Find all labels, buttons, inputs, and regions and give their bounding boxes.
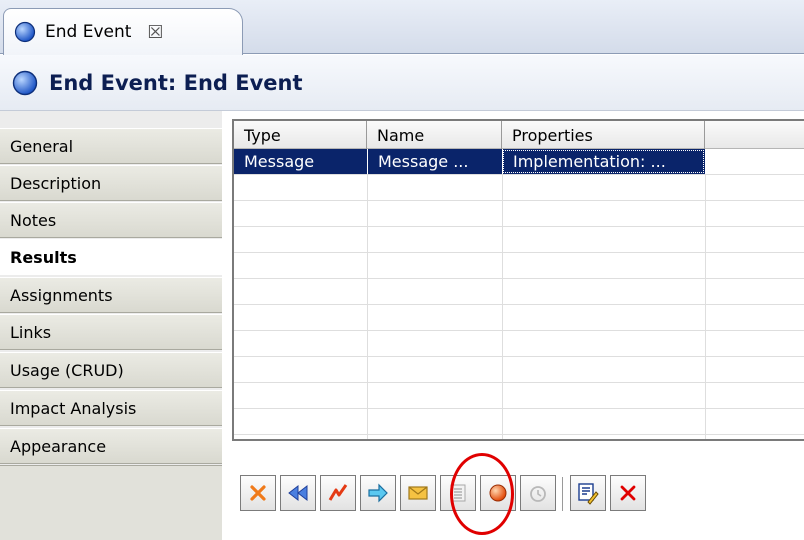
section-tab-description[interactable]: Description xyxy=(0,165,222,201)
cell-extra xyxy=(705,149,804,174)
page-header: End Event: End Event xyxy=(0,55,804,111)
editor-tab-end-event[interactable]: End Event ☒ xyxy=(3,8,243,55)
end-event-icon xyxy=(14,21,36,43)
section-tab-notes[interactable]: Notes xyxy=(0,202,222,238)
table-row-empty xyxy=(234,409,804,435)
results-table: Type Name Properties Message Message ...… xyxy=(232,119,804,441)
table-row-empty xyxy=(234,383,804,409)
red-x-icon xyxy=(620,485,636,501)
cell-type: Message xyxy=(234,149,367,174)
edit-properties-button[interactable] xyxy=(570,475,606,511)
orange-ball-icon xyxy=(489,484,507,502)
section-tab-general[interactable]: General xyxy=(0,128,222,164)
table-row-empty xyxy=(234,253,804,279)
cell-properties: Implementation: ... xyxy=(502,149,705,174)
rewind-icon xyxy=(288,484,308,502)
section-tab-links[interactable]: Links xyxy=(0,314,222,350)
error-lightning-icon xyxy=(328,484,348,501)
terminate-button[interactable] xyxy=(480,475,516,511)
column-header-type[interactable]: Type xyxy=(234,121,367,149)
cell-name: Message ... xyxy=(367,149,502,174)
column-header-properties[interactable]: Properties xyxy=(502,121,705,149)
compensation-button[interactable] xyxy=(440,475,476,511)
error-event-button[interactable] xyxy=(320,475,356,511)
table-row-empty xyxy=(234,201,804,227)
timer-button[interactable] xyxy=(520,475,556,511)
toolbar-separator xyxy=(562,477,564,511)
table-row-empty xyxy=(234,175,804,201)
column-header-name[interactable]: Name xyxy=(367,121,502,149)
editor-tab-title: End Event xyxy=(45,22,132,42)
table-row[interactable]: Message Message ... Implementation: ... xyxy=(234,149,804,175)
message-envelope-icon xyxy=(408,486,428,500)
table-row-empty xyxy=(234,227,804,253)
section-tab-impact-analysis[interactable]: Impact Analysis xyxy=(0,390,222,426)
results-panel: Type Name Properties Message Message ...… xyxy=(222,111,804,540)
list-icon xyxy=(450,484,466,502)
message-event-button[interactable] xyxy=(400,475,436,511)
section-tab-results[interactable]: Results xyxy=(0,239,232,275)
section-tab-list: General Description Notes Results Assign… xyxy=(0,111,232,540)
delete-orange-x-icon xyxy=(250,485,266,501)
close-icon[interactable]: ☒ xyxy=(147,22,163,43)
column-header-empty[interactable] xyxy=(705,121,804,149)
timer-icon xyxy=(530,486,546,502)
section-tab-usage-crud[interactable]: Usage (CRUD) xyxy=(0,352,222,388)
page-title: End Event: End Event xyxy=(49,70,303,95)
delete-button[interactable] xyxy=(240,475,276,511)
section-tab-appearance[interactable]: Appearance xyxy=(0,428,222,464)
table-row-empty xyxy=(234,305,804,331)
section-tab-assignments[interactable]: Assignments xyxy=(0,277,222,313)
table-row-empty xyxy=(234,357,804,383)
link-event-button[interactable] xyxy=(360,475,396,511)
end-event-icon xyxy=(12,70,38,95)
table-row-empty xyxy=(234,331,804,357)
table-header: Type Name Properties xyxy=(234,121,804,149)
table-row-empty xyxy=(234,279,804,305)
editor-tab-strip: End Event ☒ xyxy=(0,0,804,55)
rewind-button[interactable] xyxy=(280,475,316,511)
edit-properties-icon xyxy=(578,483,599,505)
arrow-right-icon xyxy=(368,483,388,503)
section-tab-filler xyxy=(0,465,222,540)
remove-button[interactable] xyxy=(610,475,646,511)
